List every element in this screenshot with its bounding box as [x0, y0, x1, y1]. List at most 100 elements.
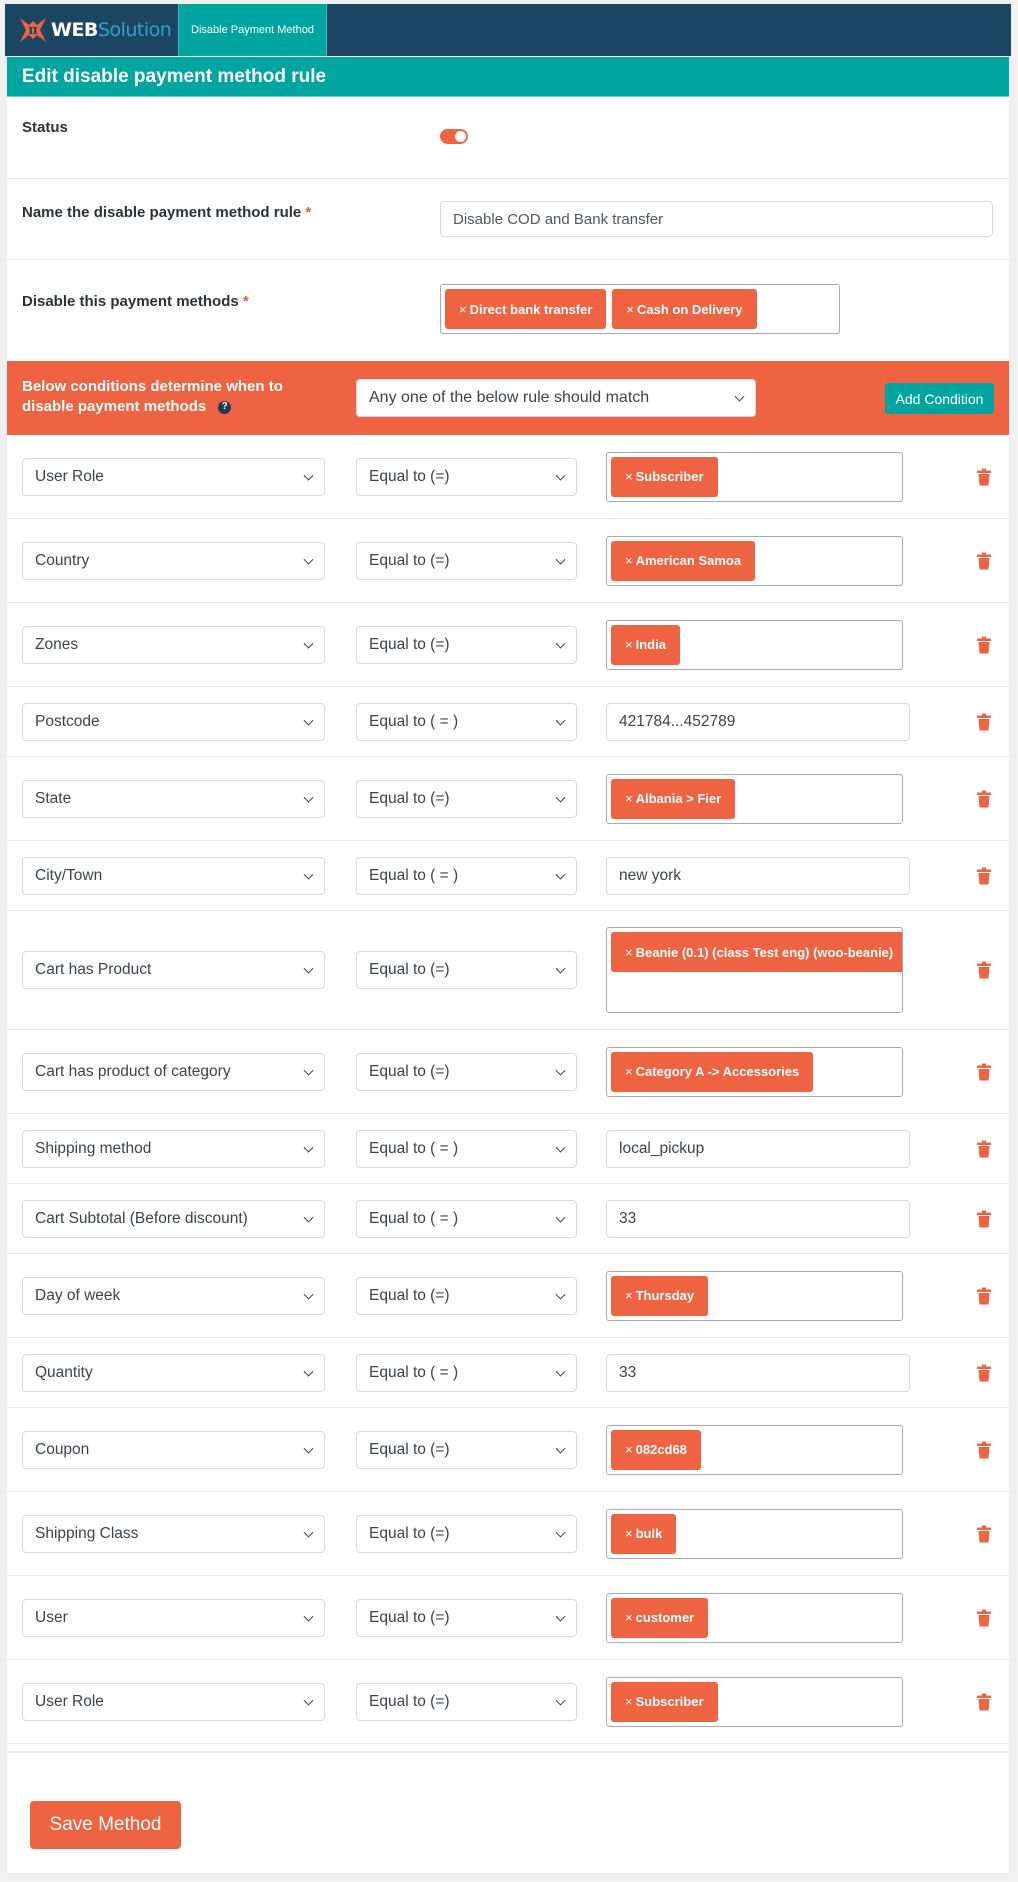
condition-field-select[interactable]: Shipping Class — [22, 1514, 325, 1553]
trash-icon[interactable] — [977, 1441, 991, 1458]
condition-value-multiselect[interactable]: × customer — [606, 1592, 903, 1643]
condition-operator-select[interactable]: Equal to (=) — [356, 1598, 577, 1637]
chevron-down-icon — [555, 1289, 566, 1300]
trash-icon[interactable] — [977, 1364, 991, 1381]
trash-icon[interactable] — [977, 713, 991, 730]
status-row: Status — [7, 97, 1009, 179]
rule-name-input[interactable]: Disable COD and Bank transfer — [440, 201, 993, 237]
condition-value-input[interactable]: 33 — [606, 1353, 910, 1392]
condition-operator-select[interactable]: Equal to ( = ) — [356, 702, 577, 741]
tag-label: Subscriber — [635, 1694, 704, 1709]
trash-icon[interactable] — [977, 790, 991, 807]
condition-value-input[interactable]: 33 — [606, 1199, 910, 1238]
remove-tag-icon[interactable]: × — [625, 1288, 633, 1303]
condition-operator-select[interactable]: Equal to ( = ) — [356, 1129, 577, 1168]
trash-icon[interactable] — [977, 1693, 991, 1710]
chevron-down-icon — [555, 869, 566, 880]
condition-field-select[interactable]: Zones — [22, 625, 325, 664]
condition-operator-select[interactable]: Equal to (=) — [356, 1430, 577, 1469]
trash-icon[interactable] — [977, 1287, 991, 1304]
remove-tag-icon[interactable]: × — [625, 553, 633, 568]
remove-tag-icon[interactable]: × — [459, 302, 467, 317]
remove-tag-icon[interactable]: × — [625, 1694, 633, 1709]
condition-operator-select[interactable]: Equal to (=) — [356, 779, 577, 818]
match-type-select[interactable]: Any one of the below rule should match — [356, 379, 756, 417]
trash-icon[interactable] — [977, 1210, 991, 1227]
condition-operator-select[interactable]: Equal to (=) — [356, 541, 577, 580]
condition-operator-select[interactable]: Equal to (=) — [356, 625, 577, 664]
remove-tag-icon[interactable]: × — [625, 1610, 633, 1625]
condition-value-input[interactable]: 421784...452789 — [606, 702, 910, 741]
condition-field-select[interactable]: Coupon — [22, 1430, 325, 1469]
condition-value-input[interactable]: local_pickup — [606, 1129, 910, 1168]
tab-disable-payment-method[interactable]: Disable Payment Method — [178, 4, 327, 56]
condition-value-multiselect[interactable]: × Subscriber — [606, 451, 903, 502]
condition-row: Cart has Product Equal to (=) × Beanie (0… — [7, 911, 1009, 1030]
remove-tag-icon[interactable]: × — [625, 1442, 633, 1457]
help-icon[interactable]: ? — [218, 400, 232, 414]
condition-operator-select[interactable]: Equal to (=) — [356, 457, 577, 496]
condition-value-multiselect[interactable]: × bulk — [606, 1508, 903, 1559]
trash-icon[interactable] — [977, 867, 991, 884]
condition-value-multiselect[interactable]: × India — [606, 619, 903, 670]
trash-icon[interactable] — [977, 552, 991, 569]
condition-operator-select[interactable]: Equal to ( = ) — [356, 856, 577, 895]
chevron-down-icon — [555, 1212, 566, 1223]
condition-field-select[interactable]: Country — [22, 541, 325, 580]
condition-value-multiselect[interactable]: × 082cd68 — [606, 1424, 903, 1475]
remove-tag-icon[interactable]: × — [625, 469, 633, 484]
payment-methods-multiselect[interactable]: × Direct bank transfer × Cash on Delivery — [440, 284, 840, 334]
condition-row: User Role Equal to (=) × Subscriber — [7, 435, 1009, 519]
condition-field-select[interactable]: Cart Subtotal (Before discount) — [22, 1199, 325, 1238]
condition-value-multiselect[interactable]: × Thursday — [606, 1270, 903, 1321]
trash-icon[interactable] — [977, 1609, 991, 1626]
condition-field-select[interactable]: Quantity — [22, 1353, 325, 1392]
status-toggle[interactable] — [440, 129, 468, 144]
condition-value-multiselect[interactable]: × Albania > Fier — [606, 773, 903, 824]
condition-operator-select[interactable]: Equal to ( = ) — [356, 1199, 577, 1238]
chevron-down-icon — [555, 963, 566, 974]
chevron-down-icon — [303, 1065, 314, 1076]
condition-field-select[interactable]: City/Town — [22, 856, 325, 895]
add-condition-button[interactable]: Add Condition — [885, 383, 994, 414]
condition-operator-select[interactable]: Equal to (=) — [356, 1514, 577, 1553]
save-method-button[interactable]: Save Method — [30, 1801, 181, 1849]
chevron-down-icon — [303, 1366, 314, 1377]
condition-field-select[interactable]: Day of week — [22, 1276, 325, 1315]
trash-icon[interactable] — [977, 468, 991, 485]
trash-icon[interactable] — [977, 1525, 991, 1542]
condition-field-select[interactable]: Shipping method — [22, 1129, 325, 1168]
condition-operator-select[interactable]: Equal to (=) — [356, 1682, 577, 1721]
remove-tag-icon[interactable]: × — [625, 945, 633, 960]
trash-icon[interactable] — [977, 1063, 991, 1080]
trash-icon[interactable] — [977, 636, 991, 653]
required-mark: * — [305, 204, 312, 221]
condition-value-multiselect[interactable]: × Beanie (0.1) (class Test eng) (woo-bean… — [606, 927, 903, 1013]
remove-tag-icon[interactable]: × — [626, 302, 634, 317]
tag-label: Beanie (0.1) (class Test eng) (woo-beani… — [635, 944, 894, 960]
condition-value-multiselect[interactable]: × American Samoa — [606, 535, 903, 586]
condition-value-input[interactable]: new york — [606, 856, 910, 895]
condition-operator-select[interactable]: Equal to (=) — [356, 1052, 577, 1091]
condition-operator-select[interactable]: Equal to (=) — [356, 951, 577, 989]
condition-field-select[interactable]: Cart has Product — [22, 951, 325, 989]
condition-field-select[interactable]: Postcode — [22, 702, 325, 741]
condition-field-select[interactable]: State — [22, 779, 325, 818]
condition-operator-select[interactable]: Equal to (=) — [356, 1276, 577, 1315]
condition-field-select[interactable]: User Role — [22, 457, 325, 496]
condition-field-select[interactable]: Cart has product of category — [22, 1052, 325, 1091]
condition-value-multiselect[interactable]: × Category A -> Accessories — [606, 1046, 903, 1097]
remove-tag-icon[interactable]: × — [625, 1526, 633, 1541]
condition-field-select[interactable]: User — [22, 1598, 325, 1637]
remove-tag-icon[interactable]: × — [625, 791, 633, 806]
condition-row: City/Town Equal to ( = ) new york — [7, 841, 1009, 911]
condition-field-select[interactable]: User Role — [22, 1682, 325, 1721]
trash-icon[interactable] — [977, 1140, 991, 1157]
status-label: Status — [22, 119, 68, 136]
remove-tag-icon[interactable]: × — [625, 1064, 633, 1079]
trash-icon[interactable] — [977, 961, 991, 979]
remove-tag-icon[interactable]: × — [625, 637, 633, 652]
condition-value-multiselect[interactable]: × Subscriber — [606, 1676, 903, 1727]
chevron-down-icon — [555, 1443, 566, 1454]
condition-operator-select[interactable]: Equal to ( = ) — [356, 1353, 577, 1392]
